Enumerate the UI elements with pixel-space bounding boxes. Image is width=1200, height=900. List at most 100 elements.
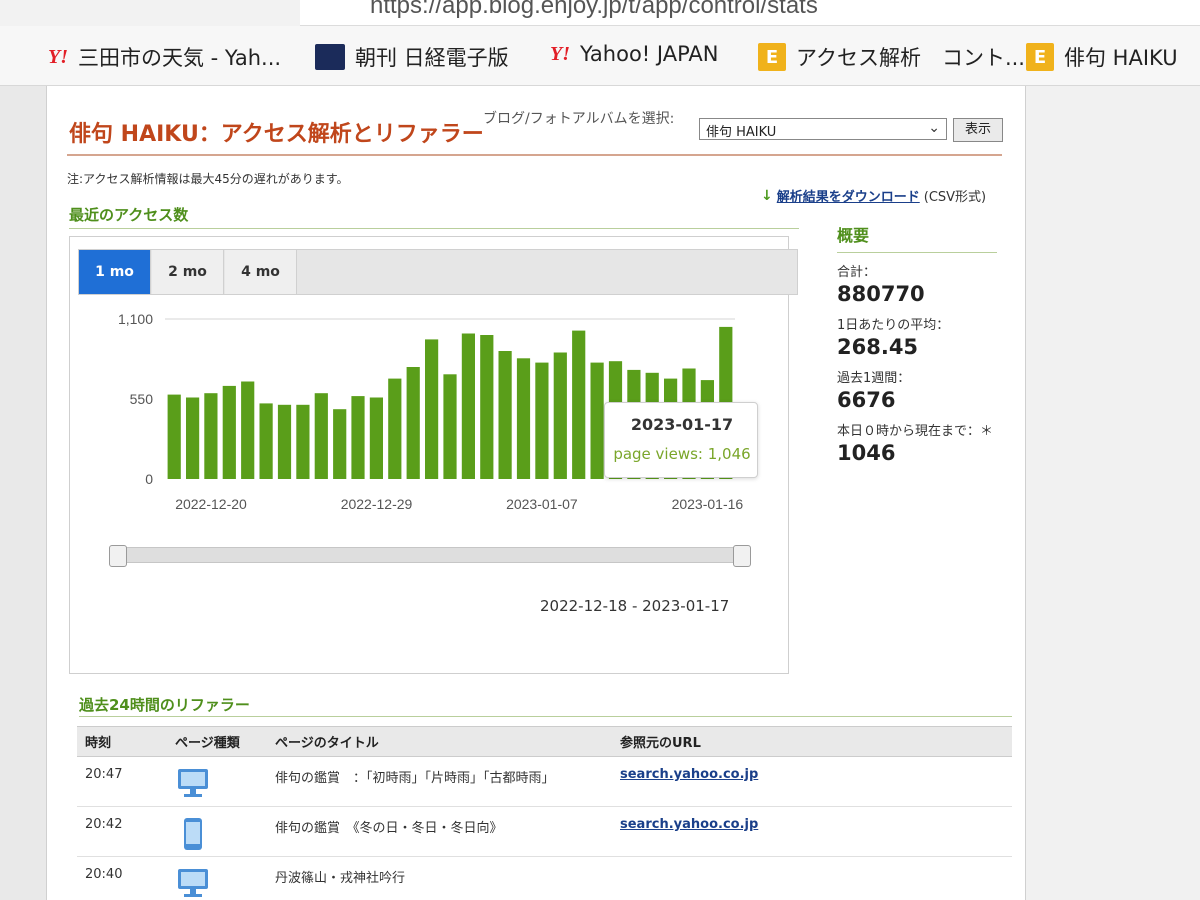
delay-note: 注:アクセス解析情報は最大45分の遅れがあります。 (67, 172, 349, 186)
bookmark-label: Yahoo! JAPAN (580, 42, 719, 66)
bar-2022-12-27[interactable] (333, 409, 347, 479)
left-frame (0, 86, 46, 900)
chevron-down-icon: ⌄ (928, 120, 940, 136)
row-time: 20:40 (77, 856, 167, 900)
download-row: ↓ 解析結果をダウンロード (CSV形式) (761, 186, 987, 206)
x-tick-label: 2022-12-20 (175, 496, 247, 512)
row-referrer-url[interactable]: search.yahoo.co.jp (620, 767, 758, 782)
bar-2022-12-31[interactable] (406, 367, 420, 479)
bookmark-label: 三田市の天気 - Yah... (78, 46, 282, 70)
download-format: (CSV形式) (923, 190, 987, 205)
total-label: 合計： (837, 265, 877, 280)
total-value: 880770 (837, 282, 925, 306)
referrers-table: 時刻 ページ種類 ページのタイトル 参照元のURL 20:47 俳句の鑑賞 ：「… (77, 726, 1012, 900)
bar-2023-01-05[interactable] (498, 351, 512, 479)
bar-2022-12-22[interactable] (241, 381, 255, 480)
bookmark-weather[interactable]: Y! 三田市の天気 - Yah... (48, 42, 281, 72)
blog-select-label: ブログ/フォトアルバムを選択: (483, 111, 675, 127)
bar-2023-01-02[interactable] (443, 374, 457, 479)
table-row: 20:40 丹波篠山・戎神社吟行 (77, 856, 1012, 900)
today-label: 本日０時から現在まで：＊ (837, 424, 994, 439)
address-bar[interactable]: https://app.blog.enjoy.jp/t/app/control/… (300, 0, 1200, 26)
bookmark-label: 俳句 HAIKU (1064, 46, 1178, 70)
date-range-slider[interactable] (109, 545, 751, 567)
x-tick-label: 2023-01-16 (672, 496, 744, 512)
daily-average-label: 1日あたりの平均： (837, 318, 950, 333)
past-week-value: 6676 (837, 388, 896, 412)
slider-end-handle[interactable] (733, 545, 751, 567)
row-referrer-url[interactable]: search.yahoo.co.jp (620, 817, 758, 832)
bar-2023-01-07[interactable] (535, 362, 549, 479)
download-link[interactable]: 解析結果をダウンロード (777, 186, 920, 205)
e-icon: E (758, 43, 786, 71)
row-time: 20:42 (77, 806, 167, 857)
table-row: 20:47 俳句の鑑賞 ：「初時雨」「片時雨」「古都時雨」 search.yah… (77, 756, 1012, 807)
row-device (167, 856, 267, 900)
show-button[interactable]: 表示 (953, 118, 1003, 142)
bar-2023-01-04[interactable] (480, 335, 494, 479)
bar-2023-01-06[interactable] (516, 358, 531, 479)
table-row: 20:42 俳句の鑑賞 《冬の日・冬日・冬日向》 search.yahoo.co… (77, 806, 1012, 857)
mobile-icon (184, 818, 202, 850)
bar-2023-01-03[interactable] (461, 333, 475, 480)
bar-2022-12-21[interactable] (222, 385, 236, 479)
tab-4-months[interactable]: 4 mo (225, 250, 297, 294)
tooltip-value: page views: 1,046 (613, 445, 751, 463)
row-device (167, 806, 267, 857)
page-title: 俳句 HAIKU：アクセス解析とリファラー (69, 122, 484, 147)
bookmark-haiku[interactable]: E 俳句 HAIKU (1026, 42, 1178, 72)
bookmarks-bar: Y! 三田市の天気 - Yah... 朝刊 日経電子版 Y! Yahoo! JA… (0, 26, 1200, 86)
row-page-title: 俳句の鑑賞 ：「初時雨」「片時雨」「古都時雨」 (267, 756, 612, 807)
bar-2022-12-18[interactable] (167, 394, 181, 479)
col-page-type: ページ種類 (167, 726, 267, 757)
bar-2023-01-08[interactable] (553, 352, 567, 480)
bar-2022-12-26[interactable] (314, 393, 328, 479)
summary-divider (837, 252, 997, 253)
bar-2023-01-01[interactable] (425, 339, 439, 479)
desktop-icon (178, 769, 208, 797)
bookmark-access-analysis[interactable]: E アクセス解析 コント... (758, 42, 1025, 72)
referrers-title: 過去24時間のリファラー (79, 696, 250, 714)
bar-2023-01-10[interactable] (590, 362, 604, 479)
nikkei-icon (315, 44, 345, 70)
today-value: 1046 (837, 441, 896, 465)
bookmark-nikkei[interactable]: 朝刊 日経電子版 (315, 42, 509, 72)
col-time: 時刻 (77, 726, 167, 757)
tab-1-month[interactable]: 1 mo (79, 250, 151, 294)
referrers-header-row: 時刻 ページ種類 ページのタイトル 参照元のURL (77, 726, 1012, 757)
blog-select[interactable]: 俳句 HAIKU ⌄ (699, 118, 947, 140)
bar-2022-12-25[interactable] (296, 404, 310, 479)
url-text[interactable]: https://app.blog.enjoy.jp/t/app/control/… (370, 0, 818, 20)
daily-average-value: 268.45 (837, 335, 919, 359)
chart-tooltip: 2023-01-17 page views: 1,046 (604, 402, 758, 478)
right-background (1026, 86, 1200, 900)
row-page-title: 丹波篠山・戎神社吟行 (267, 856, 612, 900)
row-time: 20:47 (77, 756, 167, 807)
bar-2022-12-29[interactable] (369, 397, 383, 480)
e-icon: E (1026, 43, 1054, 71)
bar-2022-12-20[interactable] (204, 393, 218, 479)
summary-title: 概要 (837, 226, 870, 245)
download-arrow-icon: ↓ (761, 187, 773, 204)
bar-2022-12-28[interactable] (351, 396, 365, 479)
bar-2022-12-19[interactable] (186, 397, 200, 480)
bar-2022-12-24[interactable] (277, 404, 292, 479)
bookmark-label: 朝刊 日経電子版 (355, 46, 509, 70)
col-referrer-url: 参照元のURL (612, 726, 1012, 757)
desktop-icon (178, 869, 208, 897)
row-device (167, 756, 267, 807)
bar-2023-01-09[interactable] (572, 330, 586, 479)
bookmark-yahoo-japan[interactable]: Y! Yahoo! JAPAN (550, 42, 719, 66)
y-tick-label: 550 (130, 391, 154, 407)
bar-2022-12-23[interactable] (259, 403, 273, 479)
blog-select-value: 俳句 HAIKU (706, 125, 777, 140)
chart-panel: 1 mo 2 mo 4 mo 0 550 1,100 2022-12-20 2022-1… (69, 236, 798, 674)
recent-divider (69, 228, 799, 229)
y-tick-label: 1,100 (118, 311, 153, 327)
yahoo-icon: Y! (48, 45, 68, 68)
referrers-divider (79, 716, 1012, 717)
row-page-title: 俳句の鑑賞 《冬の日・冬日・冬日向》 (267, 806, 612, 857)
slider-start-handle[interactable] (109, 545, 127, 567)
bar-2022-12-30[interactable] (388, 378, 402, 479)
tab-2-months[interactable]: 2 mo (152, 250, 224, 294)
